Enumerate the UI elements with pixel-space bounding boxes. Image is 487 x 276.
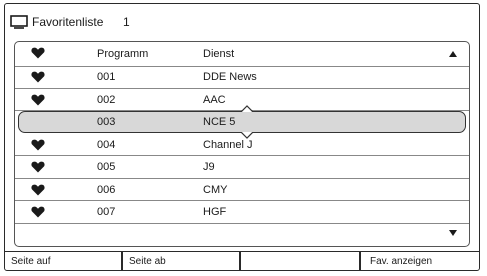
program-number: 005 xyxy=(97,161,116,173)
service-name: J9 xyxy=(203,161,215,173)
triangle-down-icon[interactable] xyxy=(449,230,457,236)
program-number: 004 xyxy=(97,138,116,151)
caret-up-icon xyxy=(241,105,253,112)
table-row[interactable]: 001 DDE News xyxy=(15,66,469,89)
list-number: 1 xyxy=(123,15,130,29)
empty-button[interactable] xyxy=(241,252,359,270)
heart-icon xyxy=(31,94,45,105)
service-name: NCE 5 xyxy=(203,116,236,128)
heart-icon xyxy=(31,139,45,150)
column-header-program: Programm xyxy=(97,48,149,60)
channel-list: 001 DDE News 002 AAC 003 NCE 5 004 Chann… xyxy=(15,66,469,224)
program-number: 001 xyxy=(97,71,116,83)
selection-highlight xyxy=(18,111,466,133)
program-number: 003 xyxy=(97,116,116,128)
heart-icon xyxy=(31,206,45,218)
favorites-window: Favoritenliste 1 Programm Dienst 001 DDE… xyxy=(4,3,480,271)
triangle-up-icon[interactable] xyxy=(449,51,457,57)
heart-icon xyxy=(31,184,45,195)
table-row-selected[interactable]: 003 NCE 5 xyxy=(15,105,469,139)
program-number: 007 xyxy=(97,206,116,218)
program-number: 002 xyxy=(97,93,116,106)
window-title: Favoritenliste xyxy=(32,15,104,29)
page-up-button[interactable]: Seite auf xyxy=(5,252,123,270)
table-row[interactable]: 007 HGF xyxy=(15,201,469,224)
show-favorites-button[interactable]: Fav. anzeigen xyxy=(359,252,478,270)
service-name: AAC xyxy=(203,93,226,106)
service-name: HGF xyxy=(203,206,227,218)
service-name: Channel J xyxy=(203,138,253,151)
service-name: DDE News xyxy=(203,71,257,83)
page-down-button[interactable]: Seite ab xyxy=(123,252,241,270)
table-row[interactable]: 005 J9 xyxy=(15,156,469,179)
service-name: CMY xyxy=(203,183,228,196)
caret-down-icon xyxy=(241,132,253,139)
program-number: 006 xyxy=(97,183,116,196)
footer-button-bar: Seite auf Seite ab Fav. anzeigen xyxy=(5,251,479,270)
table-row[interactable]: 006 CMY xyxy=(15,179,469,201)
table-header: Programm Dienst xyxy=(15,42,469,67)
heart-icon xyxy=(31,161,45,173)
column-header-service: Dienst xyxy=(203,48,235,60)
heart-icon xyxy=(31,47,45,59)
title-bar: Favoritenliste 1 xyxy=(5,4,479,38)
favorites-table: Programm Dienst 001 DDE News 002 AAC 003… xyxy=(14,41,470,247)
tv-icon xyxy=(10,15,28,29)
heart-icon xyxy=(31,71,45,83)
